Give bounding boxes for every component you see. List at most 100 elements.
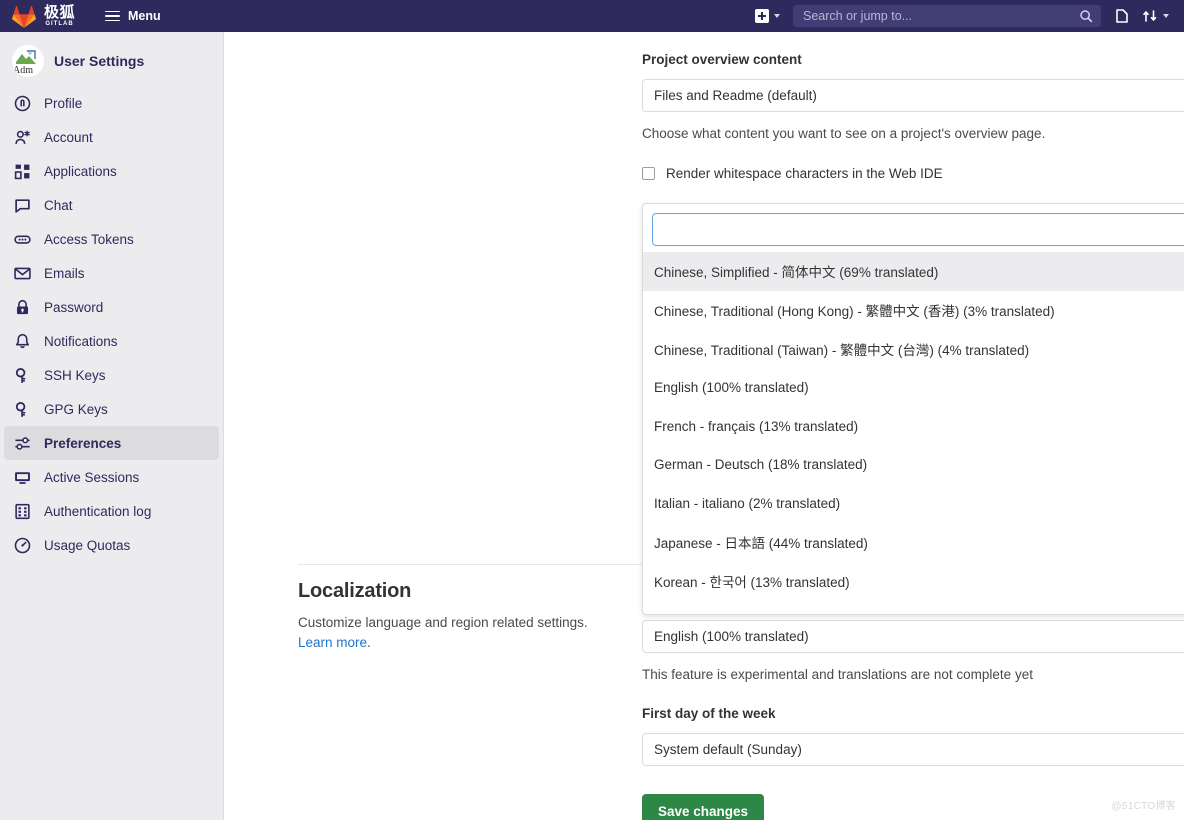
dropdown-option[interactable]: English (100% translated): [643, 368, 1184, 407]
sidebar-item-label: Authentication log: [44, 503, 152, 519]
user-settings-sidebar: Adm User Settings Profile Account Applic…: [0, 32, 224, 820]
avatar-alt-text: Adm: [13, 65, 33, 76]
chevron-down-icon: [774, 14, 780, 18]
search-icon[interactable]: [1079, 9, 1093, 23]
navbar-right-group: Search or jump to...: [750, 0, 1184, 32]
sidebar-item-applications[interactable]: Applications: [4, 154, 219, 188]
main-content: Project overview content Files and Readm…: [225, 32, 1184, 820]
localization-description-block: Localization Customize language and regi…: [298, 580, 598, 652]
localization-description-text: Customize language and region related se…: [298, 615, 588, 630]
localization-description-suffix: .: [367, 634, 371, 650]
learn-more-link[interactable]: Learn more: [298, 635, 367, 650]
render-whitespace-checkbox[interactable]: [642, 167, 655, 180]
sidebar-item-account[interactable]: Account: [4, 120, 219, 154]
dropdown-option[interactable]: French - français (13% translated): [643, 407, 1184, 446]
dropdown-option[interactable]: Korean - 한국어 (13% translated): [643, 562, 1184, 601]
sidebar-item-label: Preferences: [44, 435, 122, 451]
plus-square-icon: [755, 9, 769, 23]
sidebar-item-label: Profile: [44, 95, 83, 111]
applications-icon: [14, 163, 31, 180]
dropdown-option[interactable]: Chinese, Traditional (Hong Kong) - 繁體中文 …: [643, 291, 1184, 330]
monitor-icon: [14, 469, 31, 486]
sidebar-item-label: GPG Keys: [44, 401, 108, 417]
dropdown-option-list: Chinese, Simplified - 简体中文 (69% translat…: [643, 252, 1184, 614]
sidebar-item-active-sessions[interactable]: Active Sessions: [4, 460, 219, 494]
menu-button-label: Menu: [128, 9, 161, 23]
mail-icon: [14, 265, 31, 282]
sidebar-item-label: Notifications: [44, 333, 118, 349]
render-whitespace-label: Render whitespace characters in the Web …: [666, 166, 943, 181]
new-item-dropdown-button[interactable]: [750, 5, 785, 27]
sidebar-item-label: Applications: [44, 163, 117, 179]
account-icon: [14, 129, 31, 146]
token-icon: [14, 231, 31, 248]
sidebar-title: User Settings: [54, 53, 145, 69]
dropdown-option[interactable]: Chinese, Simplified - 简体中文 (69% translat…: [643, 252, 1184, 291]
dropdown-option[interactable]: Chinese, Traditional (Taiwan) - 繁體中文 (台灣…: [643, 329, 1184, 368]
dropdown-search-input[interactable]: [652, 213, 1184, 246]
gitlab-fox-icon: [12, 5, 36, 28]
issues-icon: [1116, 9, 1128, 23]
dropdown-option[interactable]: Italian - italiano (2% translated): [643, 484, 1184, 523]
save-changes-button[interactable]: Save changes: [642, 794, 765, 820]
project-overview-label: Project overview content: [642, 52, 802, 67]
gitlab-logo-link[interactable]: 极狐 GITLAB: [0, 0, 85, 32]
localization-description: Customize language and region related se…: [298, 613, 598, 652]
chevron-down-icon: [1163, 14, 1169, 18]
language-select[interactable]: English (100% translated): [642, 620, 1184, 653]
sidebar-item-authentication-log[interactable]: Authentication log: [4, 494, 219, 528]
project-overview-helper: Choose what content you want to see on a…: [642, 126, 1046, 141]
dropdown-option[interactable]: Japanese - 日本語 (44% translated): [643, 523, 1184, 562]
issues-button[interactable]: [1109, 4, 1135, 28]
lock-icon: [14, 299, 31, 316]
language-dropdown-menu: Chinese, Simplified - 简体中文 (69% translat…: [642, 203, 1184, 615]
brand-name-cn: 极狐: [44, 4, 76, 21]
first-day-select[interactable]: System default (Sunday): [642, 733, 1184, 766]
sidebar-item-chat[interactable]: Chat: [4, 188, 219, 222]
sidebar-item-label: Emails: [44, 265, 85, 281]
chat-icon: [14, 197, 31, 214]
sidebar-item-label: Access Tokens: [44, 231, 134, 247]
preferences-form: Project overview content Files and Readm…: [225, 32, 1184, 820]
dropdown-option[interactable]: Polish - polski (2% translated): [643, 600, 1184, 614]
sidebar-item-notifications[interactable]: Notifications: [4, 324, 219, 358]
sidebar-item-label: Active Sessions: [44, 469, 140, 485]
merge-requests-button[interactable]: [1137, 4, 1174, 28]
sidebar-item-label: Usage Quotas: [44, 537, 131, 553]
sidebar-item-label: Password: [44, 299, 104, 315]
broken-image-icon: [16, 50, 36, 64]
dropdown-option[interactable]: German - Deutsch (18% translated): [643, 445, 1184, 484]
brand-name-en: GITLAB: [45, 21, 74, 27]
brand-wordmark: 极狐 GITLAB: [44, 5, 75, 27]
key-icon: [14, 367, 31, 384]
sidebar-item-usage-quotas[interactable]: Usage Quotas: [4, 528, 219, 562]
profile-icon: [14, 95, 31, 112]
navbar-left-group: 极狐 GITLAB Menu: [0, 0, 167, 32]
sidebar-item-label: Account: [44, 129, 93, 145]
main-menu-button[interactable]: Menu: [99, 5, 167, 27]
render-whitespace-checkbox-row[interactable]: Render whitespace characters in the Web …: [642, 166, 943, 181]
quota-icon: [14, 537, 31, 554]
bell-icon: [14, 333, 31, 350]
sidebar-item-access-tokens[interactable]: Access Tokens: [4, 222, 219, 256]
localization-heading: Localization: [298, 580, 412, 602]
preferences-icon: [14, 435, 31, 452]
sidebar-item-ssh-keys[interactable]: SSH Keys: [4, 358, 219, 392]
language-helper: This feature is experimental and transla…: [642, 667, 1033, 682]
avatar[interactable]: Adm: [12, 45, 44, 77]
sidebar-item-gpg-keys[interactable]: GPG Keys: [4, 392, 219, 426]
search-placeholder: Search or jump to...: [803, 9, 913, 23]
search-input[interactable]: Search or jump to...: [793, 5, 1101, 27]
sidebar-item-label: SSH Keys: [44, 367, 106, 383]
sidebar-item-preferences[interactable]: Preferences: [4, 426, 219, 460]
sidebar-item-profile[interactable]: Profile: [4, 86, 219, 120]
sidebar-item-password[interactable]: Password: [4, 290, 219, 324]
sidebar-item-emails[interactable]: Emails: [4, 256, 219, 290]
hamburger-icon: [105, 10, 121, 22]
sidebar-header[interactable]: Adm User Settings: [0, 38, 223, 86]
first-day-label: First day of the week: [642, 706, 776, 721]
merge-request-icon: [1143, 10, 1157, 22]
top-navbar: 极狐 GITLAB Menu Search or jump to...: [0, 0, 1184, 32]
key-icon: [14, 401, 31, 418]
project-overview-select[interactable]: Files and Readme (default): [642, 79, 1184, 112]
